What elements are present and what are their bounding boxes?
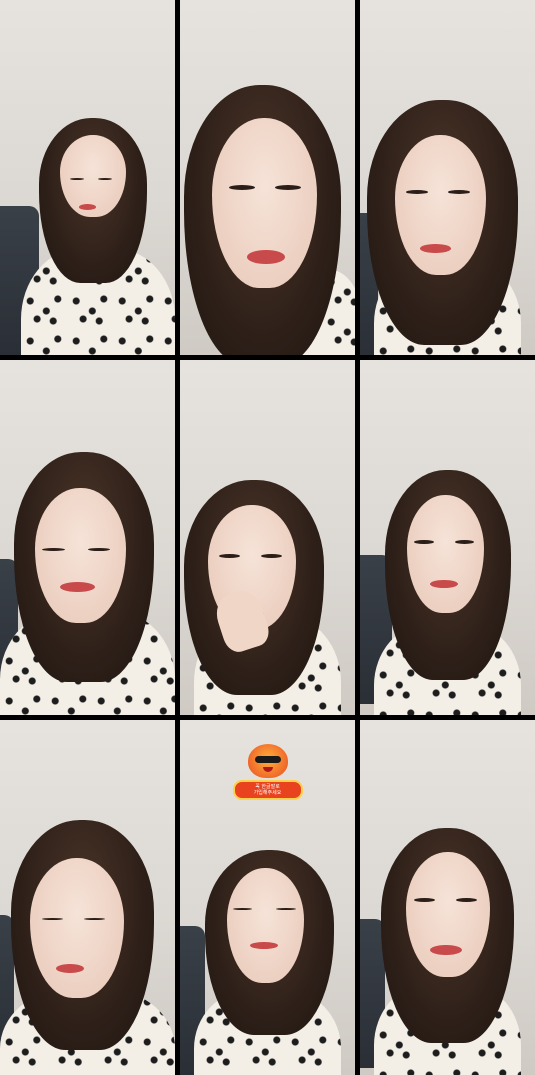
sunglasses [254, 756, 281, 763]
eye [232, 908, 252, 910]
lips [56, 964, 84, 973]
eye [42, 918, 63, 920]
eye [274, 185, 301, 190]
face [405, 852, 490, 977]
eye [454, 540, 474, 544]
lips [78, 204, 97, 210]
face [227, 868, 305, 983]
promo-sticker[interactable]: 꼭 한글말로 가입해주세요 [232, 744, 303, 800]
lips [250, 942, 278, 949]
eye [260, 554, 282, 558]
photo-tile-r1c3 [360, 0, 535, 355]
photo-tile-r3c3 [360, 720, 535, 1075]
photo-grid: 꼭 한글말로 가입해주세요 [0, 0, 535, 1075]
lips [246, 250, 285, 264]
eye [229, 185, 256, 190]
eye [84, 918, 105, 920]
photo-tile-r1c2 [180, 0, 355, 355]
lips [430, 945, 462, 955]
eye [87, 548, 111, 551]
photo-tile-r1c1 [0, 0, 175, 355]
photo-tile-r3c2: 꼭 한글말로 가입해주세요 [180, 720, 355, 1075]
sticker-banner: 꼭 한글말로 가입해주세요 [232, 780, 303, 800]
lips [430, 580, 458, 588]
mascot-mouth [262, 767, 273, 772]
eye [405, 190, 429, 194]
face [29, 858, 125, 998]
face [407, 495, 485, 613]
face [395, 135, 486, 275]
eye [42, 548, 65, 551]
eye [70, 178, 84, 180]
eye [218, 554, 240, 558]
photo-tile-r2c1 [0, 360, 175, 715]
eye [447, 190, 471, 194]
eye [276, 908, 296, 910]
lips [419, 244, 451, 253]
eye [98, 178, 112, 180]
lips [59, 582, 95, 592]
mascot-sunglasses-icon [247, 744, 288, 778]
photo-tile-r3c1 [0, 720, 175, 1075]
face [35, 488, 126, 623]
photo-tile-r2c3 [360, 360, 535, 715]
photo-tile-r2c2 [180, 360, 355, 715]
sticker-line-2: 가입해주세요 [253, 790, 282, 796]
eye [414, 540, 434, 544]
